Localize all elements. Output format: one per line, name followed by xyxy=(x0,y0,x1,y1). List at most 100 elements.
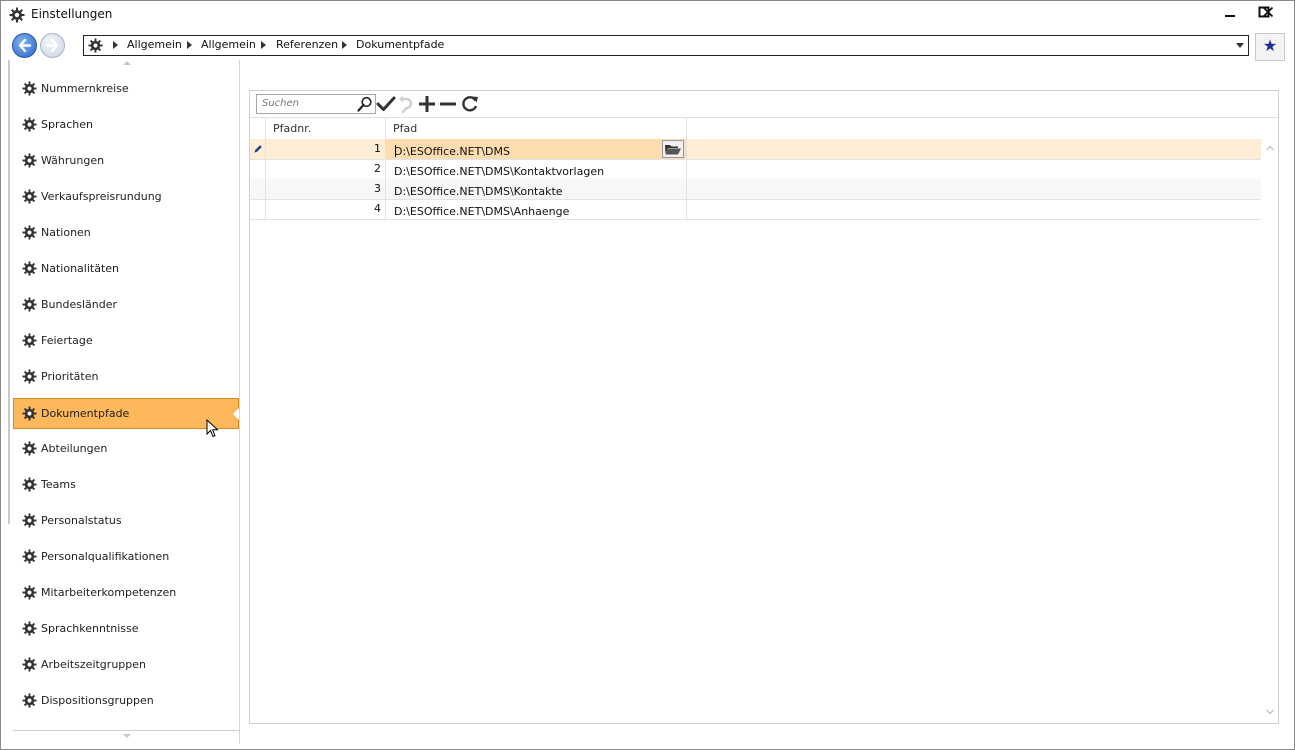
gear-icon xyxy=(22,406,37,421)
plus-icon[interactable] xyxy=(417,94,437,114)
undo-icon[interactable] xyxy=(398,94,414,114)
breadcrumb-separator-icon xyxy=(261,41,266,49)
sidebar-item-label: Arbeitszeitgruppen xyxy=(41,658,146,671)
gear-icon xyxy=(22,513,37,528)
sidebar-item[interactable]: Nationalitäten xyxy=(14,254,238,283)
sidebar-item[interactable]: Verkaufspreisrundung xyxy=(14,182,238,211)
breadcrumb-item[interactable]: Referenzen xyxy=(276,38,338,51)
folder-open-icon xyxy=(665,145,681,155)
title-bar: Einstellungen xyxy=(1,1,1294,29)
left-splitter[interactable] xyxy=(8,60,10,524)
breadcrumb[interactable]: Allgemein Allgemein Referenzen Dokumentp… xyxy=(83,35,1249,56)
gear-icon xyxy=(22,441,37,456)
chevron-up-icon[interactable] xyxy=(1266,145,1274,151)
sidebar-item-label: Mitarbeiterkompetenzen xyxy=(41,586,177,599)
sidebar-item[interactable]: Abteilungen xyxy=(14,434,238,463)
breadcrumb-item[interactable]: Allgemein xyxy=(127,38,182,51)
sidebar-item[interactable]: Sprachkenntnisse xyxy=(14,614,238,643)
sidebar-item[interactable]: Prioritäten xyxy=(14,362,238,391)
gear-icon xyxy=(22,117,37,132)
row-indicator[interactable] xyxy=(250,199,266,219)
cell-pfad[interactable]: D:\ESOffice.NET\DMS\Kontaktvorlagen xyxy=(386,159,687,179)
minus-icon[interactable] xyxy=(438,94,458,114)
search-placeholder: Suchen xyxy=(262,98,300,109)
cell-pfad[interactable]: D:\ESOffice.NET\DMS\Kontakte xyxy=(386,179,687,199)
cell-value: 3 xyxy=(374,182,381,195)
scroll-down-icon[interactable] xyxy=(123,734,131,738)
gear-icon xyxy=(22,81,37,96)
search-icon[interactable] xyxy=(357,96,373,112)
sidebar-item[interactable]: Sprachen xyxy=(14,110,238,139)
breadcrumb-separator-icon xyxy=(187,41,192,49)
sidebar-item-label: Nationalitäten xyxy=(41,262,119,275)
chevron-down-icon[interactable] xyxy=(1236,43,1244,48)
mouse-cursor-icon xyxy=(206,419,219,438)
sidebar-item-label: Sprachkenntnisse xyxy=(41,622,139,635)
cell-pfadnr[interactable]: 4 xyxy=(266,199,386,219)
row-indicator[interactable] xyxy=(250,139,266,159)
chevron-down-icon[interactable] xyxy=(1266,709,1274,715)
sidebar-item-label: Verkaufspreisrundung xyxy=(41,190,162,203)
cell-pfadnr[interactable]: 1 xyxy=(266,139,386,159)
gear-icon xyxy=(22,477,37,492)
gear-icon xyxy=(22,585,37,600)
cell-text: D:\ESOffice.NET\DMS\Kontaktvorlagen xyxy=(394,165,605,178)
cell-pfadnr[interactable]: 2 xyxy=(266,159,386,179)
search-input[interactable]: Suchen xyxy=(256,94,376,114)
refresh-icon[interactable] xyxy=(460,94,480,114)
favorite-button[interactable]: ★ xyxy=(1255,33,1285,61)
sidebar-item[interactable]: Mitarbeiterkompetenzen xyxy=(14,578,238,607)
table-row[interactable]: 2 D:\ESOffice.NET\DMS\Kontaktvorlagen xyxy=(250,159,1261,180)
breadcrumb-item[interactable]: Dokumentpfade xyxy=(356,38,444,51)
table-row[interactable]: 3 D:\ESOffice.NET\DMS\Kontakte xyxy=(250,179,1261,200)
sidebar-item[interactable]: Personalstatus xyxy=(14,506,238,535)
settings-window: Einstellungen Allgemein Allgemein Refere… xyxy=(0,0,1295,750)
cell-pfad[interactable]: D:\ESOffice.NET\DMS xyxy=(386,139,687,159)
scroll-up-icon[interactable] xyxy=(123,61,131,65)
window-title: Einstellungen xyxy=(31,7,113,21)
cell-value: 4 xyxy=(374,202,381,215)
arrow-right-icon xyxy=(45,38,59,53)
sidebar-item[interactable]: Währungen xyxy=(14,146,238,175)
row-indicator[interactable] xyxy=(250,159,266,179)
sidebar-item[interactable]: Teams xyxy=(14,470,238,499)
sidebar-item[interactable]: Feiertage xyxy=(14,326,238,355)
sidebar-item[interactable]: Personalqualifikationen xyxy=(14,542,238,571)
gear-icon xyxy=(88,38,103,53)
column-header-pfad[interactable]: Pfad xyxy=(386,118,687,139)
column-header-pfadnr[interactable]: Pfadnr. xyxy=(266,118,386,139)
sidebar-item-label: Nummernkreise xyxy=(41,82,129,95)
gear-icon xyxy=(22,189,37,204)
divider xyxy=(13,730,239,731)
sidebar-item-label: Abteilungen xyxy=(41,442,108,455)
close-button[interactable] xyxy=(1251,3,1285,25)
cell-text: D:\ESOffice.NET\DMS\Kontakte xyxy=(394,185,563,198)
table-row[interactable]: 4 D:\ESOffice.NET\DMS\Anhaenge xyxy=(250,199,1261,220)
minimize-button[interactable] xyxy=(1213,3,1247,25)
sidebar-item[interactable]: Bundesländer xyxy=(14,290,238,319)
gear-icon xyxy=(22,333,37,348)
sidebar-item-label: Personalqualifikationen xyxy=(41,550,170,563)
browse-folder-button[interactable] xyxy=(662,140,684,158)
sidebar: Nummernkreise Sprachen Währungen Verkaufspr… xyxy=(13,60,240,744)
grid-vertical-scrollbar[interactable] xyxy=(1262,139,1278,723)
forward-button[interactable] xyxy=(40,33,65,58)
table-row[interactable]: 1 D:\ESOffice.NET\DMS xyxy=(250,139,1261,160)
breadcrumb-item[interactable]: Allgemein xyxy=(201,38,256,51)
grid-toolbar: Suchen xyxy=(250,91,1278,117)
sidebar-item-label: Dispositionsgruppen xyxy=(41,694,154,707)
breadcrumb-separator-icon xyxy=(113,41,118,49)
sidebar-item[interactable]: Dispositionsgruppen xyxy=(14,686,238,715)
sidebar-item-label: Feiertage xyxy=(41,334,93,347)
checkmark-icon[interactable] xyxy=(376,94,396,114)
sidebar-item[interactable]: Nummernkreise xyxy=(14,74,238,103)
sidebar-item[interactable]: Arbeitszeitgruppen xyxy=(14,650,238,679)
row-indicator[interactable] xyxy=(250,179,266,199)
sidebar-item-label: Teams xyxy=(41,478,76,491)
cell-pfad[interactable]: D:\ESOffice.NET\DMS\Anhaenge xyxy=(386,199,687,219)
cell-pfadnr[interactable]: 3 xyxy=(266,179,386,199)
sidebar-item-label: Sprachen xyxy=(41,118,93,131)
back-button[interactable] xyxy=(12,33,37,58)
sidebar-item-label: Prioritäten xyxy=(41,370,99,383)
sidebar-item[interactable]: Nationen xyxy=(14,218,238,247)
